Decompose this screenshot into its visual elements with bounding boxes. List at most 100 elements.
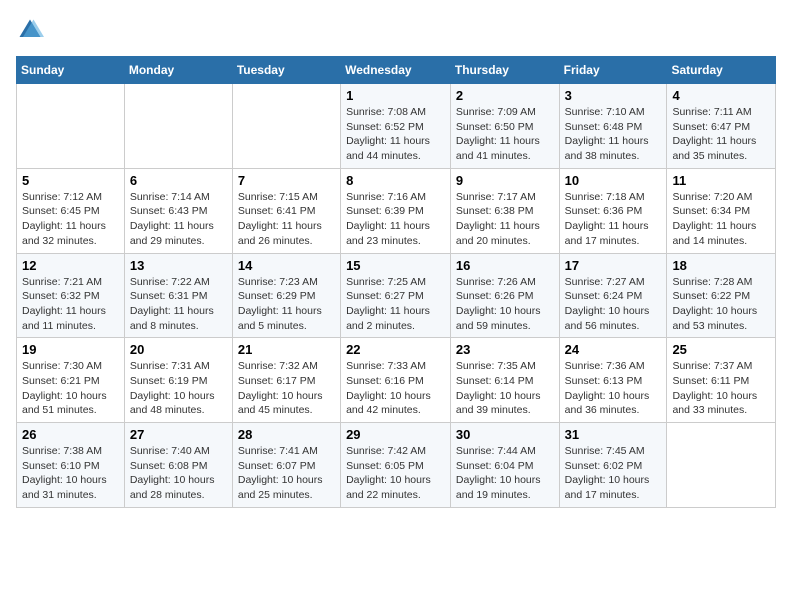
calendar-cell bbox=[232, 84, 340, 169]
cell-info: Sunrise: 7:38 AM Sunset: 6:10 PM Dayligh… bbox=[22, 444, 119, 503]
day-number: 27 bbox=[130, 427, 227, 442]
cell-info: Sunrise: 7:22 AM Sunset: 6:31 PM Dayligh… bbox=[130, 275, 227, 334]
cell-info: Sunrise: 7:23 AM Sunset: 6:29 PM Dayligh… bbox=[238, 275, 335, 334]
calendar-cell: 29Sunrise: 7:42 AM Sunset: 6:05 PM Dayli… bbox=[341, 423, 451, 508]
calendar-cell: 10 Sunrise: 7:18 AM Sunset: 6:36 PM Dayli… bbox=[559, 168, 667, 253]
cell-info: Sunrise: 7:40 AM Sunset: 6:08 PM Dayligh… bbox=[130, 444, 227, 503]
calendar-week-row: 12 Sunrise: 7:21 AM Sunset: 6:32 PM Dayli… bbox=[17, 253, 776, 338]
day-number: 5 bbox=[22, 173, 119, 188]
calendar-cell: 7Sunrise: 7:15 AM Sunset: 6:41 PM Daylig… bbox=[232, 168, 340, 253]
calendar-cell: 18 Sunrise: 7:28 AM Sunset: 6:22 PM Dayli… bbox=[667, 253, 776, 338]
day-number: 24 bbox=[565, 342, 662, 357]
column-header-saturday: Saturday bbox=[667, 57, 776, 84]
day-number: 19 bbox=[22, 342, 119, 357]
calendar-cell: 4Sunrise: 7:11 AM Sunset: 6:47 PM Daylig… bbox=[667, 84, 776, 169]
cell-info: Sunrise: 7:18 AM Sunset: 6:36 PM Dayligh… bbox=[565, 190, 662, 249]
cell-info: Sunrise: 7:12 AM Sunset: 6:45 PM Dayligh… bbox=[22, 190, 119, 249]
day-number: 12 bbox=[22, 258, 119, 273]
day-number: 8 bbox=[346, 173, 445, 188]
calendar-cell bbox=[124, 84, 232, 169]
day-number: 10 bbox=[565, 173, 662, 188]
calendar-cell: 14 Sunrise: 7:23 AM Sunset: 6:29 PM Dayli… bbox=[232, 253, 340, 338]
calendar-cell: 5 Sunrise: 7:12 AM Sunset: 6:45 PM Daylig… bbox=[17, 168, 125, 253]
column-header-friday: Friday bbox=[559, 57, 667, 84]
day-number: 7 bbox=[238, 173, 335, 188]
cell-info: Sunrise: 7:16 AM Sunset: 6:39 PM Dayligh… bbox=[346, 190, 445, 249]
calendar-cell: 21Sunrise: 7:32 AM Sunset: 6:17 PM Dayli… bbox=[232, 338, 340, 423]
calendar-cell: 2 Sunrise: 7:09 AM Sunset: 6:50 PM Daylig… bbox=[450, 84, 559, 169]
calendar-cell: 28 Sunrise: 7:41 AM Sunset: 6:07 PM Dayli… bbox=[232, 423, 340, 508]
day-number: 16 bbox=[456, 258, 554, 273]
calendar-cell: 11 Sunrise: 7:20 AM Sunset: 6:34 PM Dayli… bbox=[667, 168, 776, 253]
column-header-tuesday: Tuesday bbox=[232, 57, 340, 84]
calendar-cell: 26 Sunrise: 7:38 AM Sunset: 6:10 PM Dayli… bbox=[17, 423, 125, 508]
day-number: 30 bbox=[456, 427, 554, 442]
cell-info: Sunrise: 7:44 AM Sunset: 6:04 PM Dayligh… bbox=[456, 444, 554, 503]
day-number: 18 bbox=[672, 258, 770, 273]
calendar-cell: 1 Sunrise: 7:08 AM Sunset: 6:52 PM Daylig… bbox=[341, 84, 451, 169]
cell-info: Sunrise: 7:31 AM Sunset: 6:19 PM Dayligh… bbox=[130, 359, 227, 418]
day-number: 4 bbox=[672, 88, 770, 103]
cell-info: Sunrise: 7:41 AM Sunset: 6:07 PM Dayligh… bbox=[238, 444, 335, 503]
day-number: 25 bbox=[672, 342, 770, 357]
calendar-cell: 17 Sunrise: 7:27 AM Sunset: 6:24 PM Dayli… bbox=[559, 253, 667, 338]
cell-info: Sunrise: 7:25 AM Sunset: 6:27 PM Dayligh… bbox=[346, 275, 445, 334]
calendar-cell: 12 Sunrise: 7:21 AM Sunset: 6:32 PM Dayli… bbox=[17, 253, 125, 338]
cell-info: Sunrise: 7:42 AM Sunset: 6:05 PM Dayligh… bbox=[346, 444, 445, 503]
cell-info: Sunrise: 7:10 AM Sunset: 6:48 PM Dayligh… bbox=[565, 105, 662, 164]
calendar-cell: 27 Sunrise: 7:40 AM Sunset: 6:08 PM Dayli… bbox=[124, 423, 232, 508]
calendar-header-row: SundayMondayTuesdayWednesdayThursdayFrid… bbox=[17, 57, 776, 84]
day-number: 3 bbox=[565, 88, 662, 103]
cell-info: Sunrise: 7:14 AM Sunset: 6:43 PM Dayligh… bbox=[130, 190, 227, 249]
cell-info: Sunrise: 7:27 AM Sunset: 6:24 PM Dayligh… bbox=[565, 275, 662, 334]
calendar-cell: 3 Sunrise: 7:10 AM Sunset: 6:48 PM Daylig… bbox=[559, 84, 667, 169]
calendar-cell: 16 Sunrise: 7:26 AM Sunset: 6:26 PM Dayli… bbox=[450, 253, 559, 338]
day-number: 14 bbox=[238, 258, 335, 273]
day-number: 1 bbox=[346, 88, 445, 103]
cell-info: Sunrise: 7:45 AM Sunset: 6:02 PM Dayligh… bbox=[565, 444, 662, 503]
cell-info: Sunrise: 7:37 AM Sunset: 6:11 PM Dayligh… bbox=[672, 359, 770, 418]
day-number: 22 bbox=[346, 342, 445, 357]
cell-info: Sunrise: 7:17 AM Sunset: 6:38 PM Dayligh… bbox=[456, 190, 554, 249]
cell-info: Sunrise: 7:28 AM Sunset: 6:22 PM Dayligh… bbox=[672, 275, 770, 334]
day-number: 6 bbox=[130, 173, 227, 188]
column-header-sunday: Sunday bbox=[17, 57, 125, 84]
calendar-week-row: 1 Sunrise: 7:08 AM Sunset: 6:52 PM Daylig… bbox=[17, 84, 776, 169]
day-number: 15 bbox=[346, 258, 445, 273]
day-number: 2 bbox=[456, 88, 554, 103]
cell-info: Sunrise: 7:21 AM Sunset: 6:32 PM Dayligh… bbox=[22, 275, 119, 334]
cell-info: Sunrise: 7:20 AM Sunset: 6:34 PM Dayligh… bbox=[672, 190, 770, 249]
logo bbox=[16, 16, 48, 44]
cell-info: Sunrise: 7:33 AM Sunset: 6:16 PM Dayligh… bbox=[346, 359, 445, 418]
calendar-cell: 31Sunrise: 7:45 AM Sunset: 6:02 PM Dayli… bbox=[559, 423, 667, 508]
calendar-cell: 24 Sunrise: 7:36 AM Sunset: 6:13 PM Dayli… bbox=[559, 338, 667, 423]
cell-info: Sunrise: 7:26 AM Sunset: 6:26 PM Dayligh… bbox=[456, 275, 554, 334]
cell-info: Sunrise: 7:08 AM Sunset: 6:52 PM Dayligh… bbox=[346, 105, 445, 164]
page-header bbox=[16, 16, 776, 44]
day-number: 28 bbox=[238, 427, 335, 442]
calendar-week-row: 26 Sunrise: 7:38 AM Sunset: 6:10 PM Dayli… bbox=[17, 423, 776, 508]
column-header-monday: Monday bbox=[124, 57, 232, 84]
calendar-cell: 9 Sunrise: 7:17 AM Sunset: 6:38 PM Daylig… bbox=[450, 168, 559, 253]
calendar-week-row: 19Sunrise: 7:30 AM Sunset: 6:21 PM Dayli… bbox=[17, 338, 776, 423]
cell-info: Sunrise: 7:32 AM Sunset: 6:17 PM Dayligh… bbox=[238, 359, 335, 418]
calendar-cell: 23Sunrise: 7:35 AM Sunset: 6:14 PM Dayli… bbox=[450, 338, 559, 423]
logo-icon bbox=[16, 16, 44, 44]
calendar-cell bbox=[17, 84, 125, 169]
day-number: 13 bbox=[130, 258, 227, 273]
cell-info: Sunrise: 7:09 AM Sunset: 6:50 PM Dayligh… bbox=[456, 105, 554, 164]
cell-info: Sunrise: 7:36 AM Sunset: 6:13 PM Dayligh… bbox=[565, 359, 662, 418]
calendar-cell: 19Sunrise: 7:30 AM Sunset: 6:21 PM Dayli… bbox=[17, 338, 125, 423]
column-header-wednesday: Wednesday bbox=[341, 57, 451, 84]
day-number: 9 bbox=[456, 173, 554, 188]
day-number: 26 bbox=[22, 427, 119, 442]
calendar-week-row: 5 Sunrise: 7:12 AM Sunset: 6:45 PM Daylig… bbox=[17, 168, 776, 253]
day-number: 17 bbox=[565, 258, 662, 273]
calendar-cell bbox=[667, 423, 776, 508]
day-number: 11 bbox=[672, 173, 770, 188]
calendar-cell: 8 Sunrise: 7:16 AM Sunset: 6:39 PM Daylig… bbox=[341, 168, 451, 253]
calendar-cell: 22 Sunrise: 7:33 AM Sunset: 6:16 PM Dayli… bbox=[341, 338, 451, 423]
calendar-cell: 13 Sunrise: 7:22 AM Sunset: 6:31 PM Dayli… bbox=[124, 253, 232, 338]
cell-info: Sunrise: 7:35 AM Sunset: 6:14 PM Dayligh… bbox=[456, 359, 554, 418]
column-header-thursday: Thursday bbox=[450, 57, 559, 84]
